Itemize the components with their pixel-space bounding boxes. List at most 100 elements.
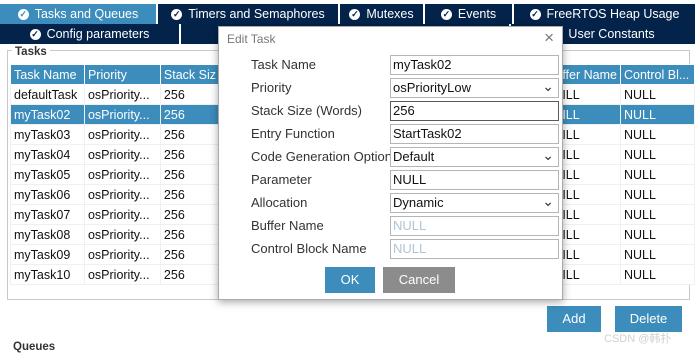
tab-label: User Constants [568,27,655,41]
table-cell: 256 [159,84,223,105]
table-cell: ILL [558,184,621,205]
chevron-down-icon: ⌄ [542,78,554,94]
field-value: NULL [393,218,427,233]
check-circle-icon: ✓ [17,8,29,20]
table-cell: osPriority... [83,184,161,205]
table-cell: 256 [159,164,223,185]
table-cell: NULL [619,84,695,105]
table-cell: myTask04 [10,144,85,165]
field-label: Allocation [251,195,308,210]
ok-button[interactable]: OK [325,267,375,293]
tab-events[interactable]: ✓ Events [425,4,514,24]
table-cell: ILL [558,164,621,185]
add-button[interactable]: Add [547,306,601,332]
field-value: 256 [393,103,415,118]
table-cell: 256 [159,124,223,145]
table-cell: defaultTask [10,84,85,105]
edit-task-dialog: Edit Task × Task Name myTask02 Priority osP… [218,26,563,300]
table-cell: ILL [558,244,621,265]
table-cell: NULL [619,144,695,165]
tab-label: Tasks and Queues [34,7,139,21]
table-cell: osPriority... [83,164,161,185]
field-input[interactable]: StartTask02 [390,124,559,144]
field-value: osPriorityLow [393,80,472,95]
table-cell: osPriority... [83,144,161,165]
field-input[interactable]: 256 [390,101,559,121]
column-header-control-block[interactable]: Control Bl... [619,64,695,85]
tab-label: FreeRTOS Heap Usage [546,7,680,21]
check-circle-icon: ✓ [29,28,41,40]
column-header-buffer-name[interactable]: ffer Name [558,64,621,85]
table-cell: 256 [159,264,223,285]
field-input[interactable]: NULL [390,170,559,190]
check-circle-icon: ✓ [529,8,541,20]
table-cell: 256 [159,224,223,245]
table-cell: NULL [619,264,695,285]
table-cell: myTask02 [10,104,85,125]
table-cell: ILL [558,104,621,125]
table-cell: NULL [619,124,695,145]
field-value: StartTask02 [393,126,462,141]
table-cell: ILL [558,224,621,245]
column-header-stack-size[interactable]: Stack Siz [159,64,223,85]
chevron-down-icon: ⌄ [542,193,554,209]
field-value: Dynamic [393,195,444,210]
tab-tasks-and-queues[interactable]: ✓ Tasks and Queues [0,4,158,24]
tab-label: Events [457,7,497,21]
tab-freertos-heap-usage[interactable]: ✓ FreeRTOS Heap Usage [514,4,695,24]
field-label: Parameter [251,172,312,187]
table-cell: 256 [159,244,223,265]
table-cell: osPriority... [83,84,161,105]
table-cell: ILL [558,84,621,105]
field-select[interactable]: osPriorityLow ⌄ [390,78,559,98]
table-cell: myTask08 [10,224,85,245]
table-cell: myTask05 [10,164,85,185]
table-cell: osPriority... [83,204,161,225]
table-cell: osPriority... [83,244,161,265]
field-label: Control Block Name [251,241,367,256]
dialog-title: Edit Task [227,32,276,46]
close-icon[interactable]: × [544,28,554,48]
field-value: NULL [393,172,427,187]
watermark: CSDN @韩扑 [604,333,672,345]
table-cell: NULL [619,244,695,265]
field-input[interactable]: NULL [390,239,559,259]
chevron-down-icon: ⌄ [542,147,554,163]
cancel-button[interactable]: Cancel [383,267,455,293]
field-select[interactable]: Default ⌄ [390,147,559,167]
table-cell: NULL [619,184,695,205]
column-header-priority[interactable]: Priority [83,64,161,85]
table-cell: ILL [558,144,621,165]
field-label: Buffer Name [251,218,324,233]
table-cell: NULL [619,104,695,125]
table-cell: 256 [159,104,223,125]
tab-timers-and-semaphores[interactable]: ✓ Timers and Semaphores [158,4,340,24]
tab-bar-top: ✓ Tasks and Queues ✓ Timers and Semaphor… [0,4,695,24]
field-value: Default [393,149,435,164]
field-value: myTask02 [393,57,452,72]
tab-mutexes[interactable]: ✓ Mutexes [340,4,425,24]
tab-label: Timers and Semaphores [188,7,325,21]
tasks-legend: Tasks [12,46,50,58]
table-cell: ILL [558,264,621,285]
table-cell: NULL [619,224,695,245]
table-cell: myTask03 [10,124,85,145]
tab-label: Mutexes [366,7,414,21]
tab-config-parameters[interactable]: ✓ Config parameters [0,24,181,44]
field-input[interactable]: myTask02 [390,55,559,75]
table-cell: myTask10 [10,264,85,285]
field-label: Code Generation Option [251,149,392,164]
table-cell: ILL [558,124,621,145]
field-value: NULL [393,241,427,256]
field-input[interactable]: NULL [390,216,559,236]
queues-legend: Queues [13,341,56,353]
field-label: Stack Size (Words) [251,103,363,118]
table-cell: osPriority... [83,124,161,145]
table-cell: NULL [619,164,695,185]
table-cell: osPriority... [83,264,161,285]
column-header-task-name[interactable]: Task Name [10,64,85,85]
field-select[interactable]: Dynamic ⌄ [390,193,559,213]
delete-button[interactable]: Delete [615,306,682,332]
table-cell: NULL [619,204,695,225]
table-cell: myTask09 [10,244,85,265]
